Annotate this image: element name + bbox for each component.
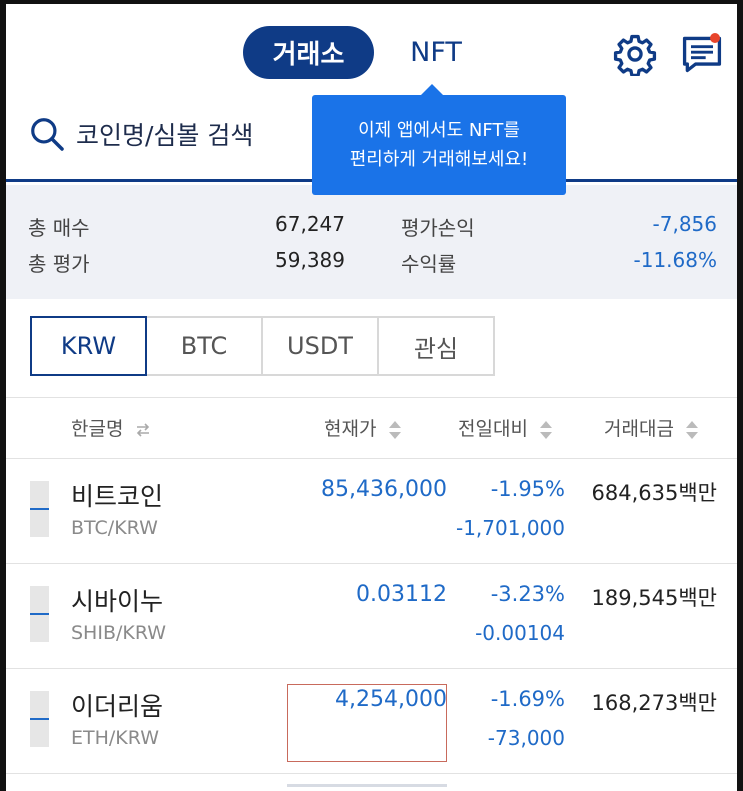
- sort-icon: [388, 420, 401, 439]
- change-amount: -73,000: [487, 726, 565, 750]
- change-rate: -1.69%: [490, 687, 565, 711]
- change-rate: -1.95%: [490, 477, 565, 501]
- sort-icon: [685, 420, 698, 439]
- bottom-edge-hint: [287, 784, 447, 787]
- total-eval-label: 총 평가: [28, 252, 90, 276]
- change-rate: -3.23%: [490, 582, 565, 606]
- coin-symbol: ETH/KRW: [71, 727, 159, 749]
- mini-chart: [30, 586, 49, 642]
- current-price: 85,436,000: [321, 477, 447, 502]
- tab-krw[interactable]: KRW: [30, 316, 147, 376]
- th-change-label: 전일대비: [458, 418, 528, 440]
- total-eval-value: 59,389: [275, 248, 345, 272]
- tab-exchange[interactable]: 거래소: [243, 26, 374, 79]
- tab-btc[interactable]: BTC: [147, 316, 263, 376]
- change-amount: -0.00104: [475, 621, 565, 645]
- tooltip-line-2: 편리하게 거래해보세요!: [349, 149, 529, 170]
- mini-chart-line: [30, 508, 49, 510]
- notification-dot: [710, 33, 720, 43]
- total-buy-value: 67,247: [275, 212, 345, 236]
- mini-chart: [30, 481, 49, 537]
- pnl-value: -7,856: [652, 212, 717, 236]
- search-input[interactable]: 코인명/심볼 검색: [76, 116, 253, 152]
- sort-icon: [539, 420, 552, 439]
- th-name[interactable]: 한글명: [71, 414, 152, 441]
- mini-chart-line: [30, 613, 49, 615]
- swap-icon: [136, 422, 149, 437]
- th-name-label: 한글명: [71, 418, 124, 440]
- table-row[interactable]: 시바이누 SHIB/KRW 0.03112 -3.23% -0.00104 18…: [6, 564, 737, 669]
- trade-volume: 684,635백만: [591, 481, 717, 505]
- trade-volume: 168,273백만: [591, 691, 717, 715]
- nft-tooltip[interactable]: 이제 앱에서도 NFT를 편리하게 거래해보세요!: [312, 95, 566, 195]
- table-header: 한글명 현재가 전일대비 거래대금: [6, 397, 737, 459]
- portfolio-summary: 총 매수 67,247 총 평가 59,389 평가손익 -7,856 수익률 …: [6, 185, 737, 299]
- trade-volume: 189,545백만: [591, 586, 717, 610]
- coin-name: 이더리움: [71, 692, 164, 721]
- mini-chart-line: [30, 718, 49, 720]
- pnl-label: 평가손익: [401, 216, 475, 240]
- coin-name: 비트코인: [71, 482, 164, 511]
- app-screen: 거래소 NFT 코인명/심볼 검색 이제 앱에서도 NFT를 편리하게 거래해보…: [6, 4, 737, 791]
- th-price-label: 현재가: [324, 418, 377, 440]
- yield-label: 수익률: [401, 252, 457, 276]
- current-price: 0.03112: [356, 582, 447, 607]
- table-row[interactable]: 비트코인 BTC/KRW 85,436,000 -1.95% -1,701,00…: [6, 459, 737, 564]
- gear-icon[interactable]: [613, 32, 657, 76]
- mini-chart: [30, 691, 49, 747]
- yield-value: -11.68%: [633, 248, 717, 272]
- tab-usdt[interactable]: USDT: [263, 316, 379, 376]
- coin-symbol: SHIB/KRW: [71, 622, 167, 644]
- th-change[interactable]: 전일대비: [458, 414, 554, 441]
- coin-symbol: BTC/KRW: [71, 517, 158, 539]
- tab-nft[interactable]: NFT: [391, 26, 481, 79]
- change-amount: -1,701,000: [455, 516, 565, 540]
- coin-name: 시바이누: [71, 587, 164, 616]
- top-header: 거래소 NFT: [6, 4, 737, 94]
- th-price[interactable]: 현재가: [324, 414, 403, 441]
- market-tabs: KRW BTC USDT 관심: [30, 316, 495, 376]
- tooltip-line-1: 이제 앱에서도 NFT를: [358, 120, 520, 141]
- th-volume-label: 거래대금: [604, 418, 674, 440]
- th-volume[interactable]: 거래대금: [604, 414, 700, 441]
- search-icon: [31, 118, 64, 151]
- tab-favorites[interactable]: 관심: [379, 316, 495, 376]
- total-buy-label: 총 매수: [28, 216, 90, 240]
- price-highlight-box: [287, 684, 447, 762]
